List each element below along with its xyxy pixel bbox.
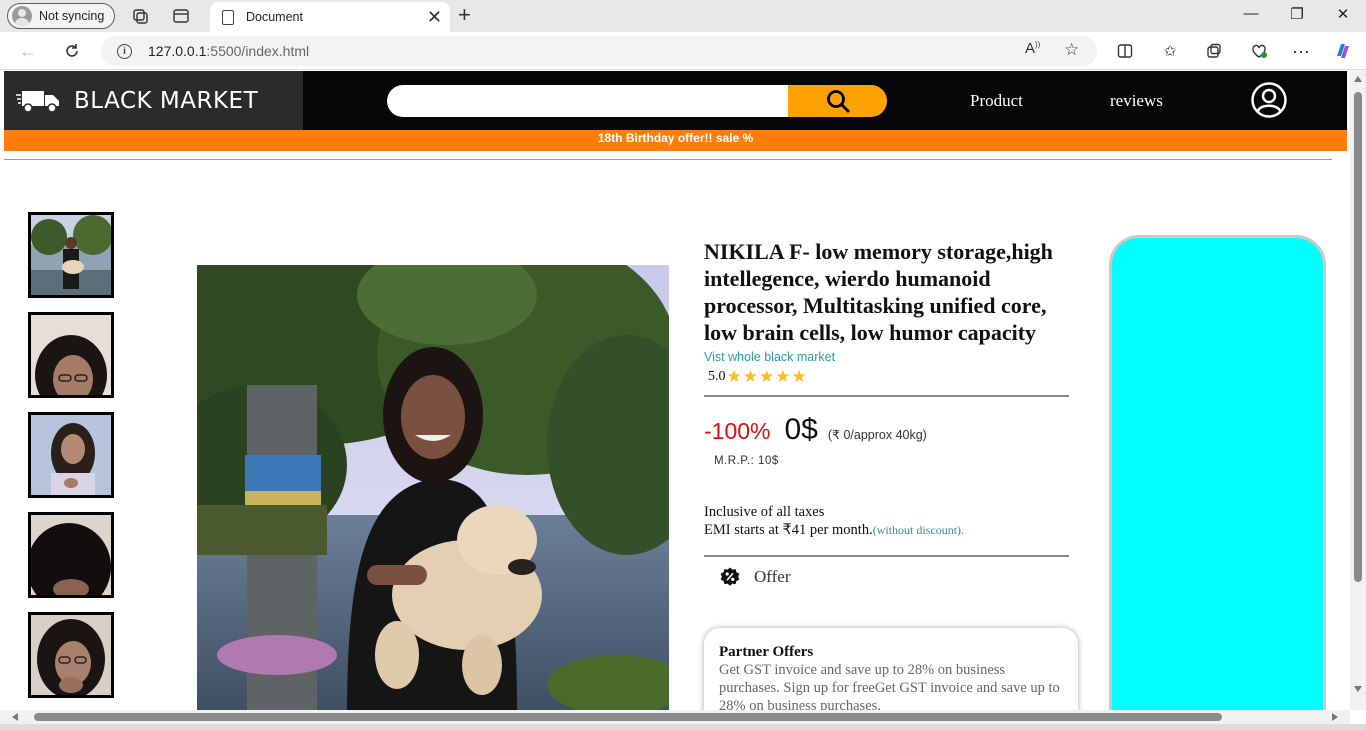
header-divider: [4, 159, 1332, 160]
emi-line: EMI starts at ₹41 per month.: [704, 522, 873, 538]
back-icon[interactable]: ←: [17, 40, 39, 62]
collections-icon[interactable]: [1203, 40, 1225, 62]
copilot-icon[interactable]: [1332, 40, 1354, 62]
tax-info: Inclusive of all taxes EMI starts at ₹41…: [704, 503, 1069, 539]
split-screen-icon[interactable]: [1114, 40, 1136, 62]
taskbar-edge: [0, 724, 1366, 730]
offer-label: Offer: [754, 567, 791, 586]
rating-value: 5.0: [708, 369, 726, 384]
search-bar: [387, 85, 887, 117]
product-details: NIKILA F- low memory storage,high intell…: [704, 238, 1069, 587]
refresh-icon[interactable]: [61, 40, 83, 62]
vertical-scrollbar[interactable]: [1350, 70, 1366, 710]
site-info-icon[interactable]: i: [117, 43, 132, 59]
browser-essentials-icon[interactable]: [1248, 40, 1270, 62]
address-bar[interactable]: i 127.0.0.1:5500/index.html: [101, 36, 1097, 66]
thumbnail-5[interactable]: [28, 612, 114, 698]
thumbnail-1[interactable]: [28, 212, 114, 298]
promo-banner[interactable]: 18th Birthday offer!! sale %: [4, 130, 1347, 151]
minimize-icon[interactable]: —: [1228, 5, 1274, 22]
read-aloud-icon[interactable]: A)): [1025, 40, 1040, 57]
vertical-scroll-thumb[interactable]: [1354, 92, 1362, 582]
tab-actions-icon[interactable]: [171, 6, 191, 26]
new-tab-button[interactable]: +: [458, 4, 471, 26]
partner-offers-title: Partner Offers: [719, 644, 814, 660]
favorites-icon[interactable]: ✩: [1159, 40, 1181, 62]
main-product-image[interactable]: [197, 265, 669, 710]
nav-product-link[interactable]: Product: [970, 91, 1023, 111]
favorite-star-icon[interactable]: ☆: [1064, 40, 1079, 60]
thumbnail-3[interactable]: [28, 412, 114, 498]
partner-offers-text: Get GST invoice and save up to 28% on bu…: [719, 662, 1060, 710]
product-rating[interactable]: 5.0 ★★★★★: [704, 367, 1069, 387]
restore-icon[interactable]: ❐: [1274, 5, 1320, 23]
scroll-up-icon[interactable]: [1354, 76, 1362, 82]
horizontal-scroll-thumb[interactable]: [34, 713, 1222, 721]
workspaces-icon[interactable]: [130, 6, 150, 26]
close-window-icon[interactable]: ✕: [1320, 5, 1366, 23]
profile-avatar-icon: [12, 6, 32, 26]
profile-label: Not syncing: [39, 9, 105, 23]
search-icon: [826, 90, 849, 113]
offer-divider: [704, 555, 1069, 557]
search-input[interactable]: [387, 85, 788, 117]
percent-badge-icon: [720, 567, 740, 586]
nav-reviews-link[interactable]: reviews: [1110, 91, 1163, 111]
scroll-right-icon[interactable]: [1332, 713, 1338, 721]
browser-toolbar: ← i 127.0.0.1:5500/index.html A)) ☆ ✩ ··…: [0, 32, 1366, 70]
more-options-icon[interactable]: ···: [1290, 40, 1312, 62]
scroll-left-icon[interactable]: [12, 713, 18, 721]
product-title: NIKILA F- low memory storage,high intell…: [704, 239, 1053, 345]
mrp-label: M.R.P.: 10$: [714, 455, 779, 467]
details-divider: [704, 395, 1069, 397]
discount-percent: -100%: [704, 418, 771, 444]
search-button[interactable]: [788, 85, 887, 117]
brand-name: BLACK MARKET: [74, 87, 259, 114]
user-circle-icon[interactable]: [1251, 82, 1287, 118]
profile-button[interactable]: Not syncing: [7, 3, 115, 29]
horizontal-scrollbar[interactable]: [0, 710, 1350, 724]
visit-store-link[interactable]: Vist whole black market: [704, 350, 835, 364]
tab-document[interactable]: Document ✕: [210, 2, 450, 32]
document-icon: [222, 9, 234, 25]
offer-section[interactable]: Offer: [704, 567, 1069, 587]
price-approx: (₹ 0/approx 40kg): [827, 428, 927, 442]
rating-stars-icon: ★★★★★: [726, 367, 808, 386]
scroll-down-icon[interactable]: [1354, 686, 1362, 692]
price-row: -100% 0$ (₹ 0/approx 40kg): [704, 413, 1069, 447]
url-path: :5500/index.html: [206, 43, 310, 59]
url-host: 127.0.0.1: [148, 43, 207, 59]
tax-line: Inclusive of all taxes: [704, 504, 825, 520]
page-viewport: BLACK MARKET Product reviews 18th Birthd…: [0, 70, 1350, 710]
buy-box-panel: [1109, 235, 1326, 710]
delivery-truck-icon: [16, 90, 59, 113]
browser-tabstrip: Not syncing Document ✕ + — ❐ ✕: [0, 0, 1366, 32]
close-tab-icon[interactable]: ✕: [427, 8, 442, 26]
partner-offers-card[interactable]: Partner Offers Get GST invoice and save …: [704, 628, 1078, 710]
product-price: 0$: [784, 413, 818, 446]
brand-logo[interactable]: BLACK MARKET: [4, 71, 303, 130]
tab-title: Document: [246, 10, 303, 24]
emi-note-link[interactable]: (without discount).: [873, 523, 964, 537]
thumbnail-4[interactable]: [28, 512, 114, 598]
site-header: BLACK MARKET Product reviews: [4, 71, 1347, 130]
thumbnail-2[interactable]: [28, 312, 114, 398]
thumbnail-list: [28, 212, 114, 710]
